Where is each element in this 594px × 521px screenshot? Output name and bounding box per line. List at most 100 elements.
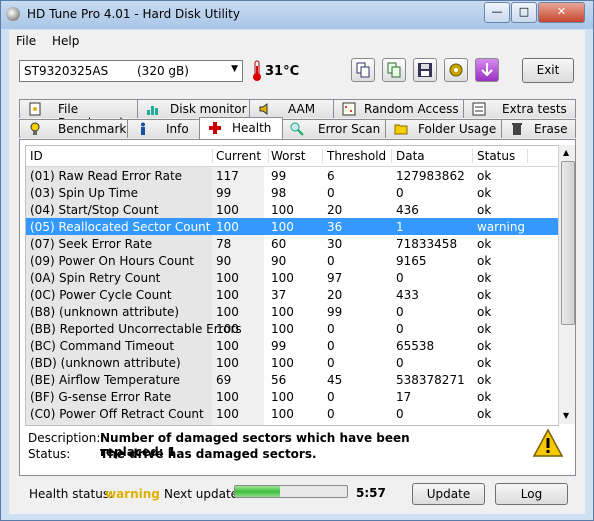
cell-worst: 99 [271,169,287,183]
next-update-label: Next update: [164,487,243,501]
cell-threshold: 0 [327,254,335,268]
app-icon [6,7,20,21]
cell-worst: 100 [271,220,294,234]
cell-threshold: 20 [327,288,343,302]
column-header-worst[interactable]: Worst [271,149,323,163]
table-row[interactable]: (09) Power On Hours Count 90 90 0 9165 ok [26,252,558,269]
table-row[interactable]: (BC) Command Timeout 100 99 0 65538 ok [26,337,558,354]
cell-id: (BF) G-sense Error Rate [30,390,172,404]
scrollbar-thumb[interactable] [561,161,575,325]
cell-worst: 37 [271,288,287,302]
cell-data: 0 [396,322,404,336]
menu-help[interactable]: Help [52,34,79,48]
tab-disk-monitor[interactable]: Disk monitor [137,99,251,118]
tab-label: AAM [288,102,316,116]
window-title: HD Tune Pro 4.01 - Hard Disk Utility [27,7,240,21]
table-row[interactable]: (BD) (unknown attribute) 100 100 0 0 ok [26,354,558,371]
cell-data: 0 [396,271,404,285]
tab-info[interactable]: Info [127,119,201,138]
table-row[interactable]: (0C) Power Cycle Count 100 37 20 433 ok [26,286,558,303]
title-bar[interactable]: HD Tune Pro 4.01 - Hard Disk Utility — □… [1,1,593,29]
cell-data: 65538 [396,339,435,353]
cell-id: (C0) Power Off Retract Count [30,407,204,421]
smart-table: ID Current Worst Threshold Data Status (… [25,145,559,426]
copy-info-button[interactable] [351,58,375,82]
cell-current: 100 [216,305,239,319]
tab-erase[interactable]: Erase [501,119,576,138]
drive-select[interactable]: ST9320325AS (320 gB) ▼ [19,60,243,82]
cell-status: ok [477,254,492,268]
cell-data: 436 [396,203,419,217]
tab-extra-tests[interactable]: Extra tests [463,99,576,118]
cell-current: 69 [216,373,232,387]
cell-status: ok [477,390,492,404]
cell-threshold: 6 [327,169,335,183]
vertical-scrollbar[interactable]: ▲ ▼ [558,145,575,424]
column-header-id[interactable]: ID [30,149,213,163]
cell-worst: 100 [271,271,294,285]
options-button[interactable] [444,58,468,82]
cell-current: 100 [216,220,239,234]
tab-label: Random Access [364,102,459,116]
temperature-readout: 31°C [265,64,300,79]
table-row[interactable]: (03) Spin Up Time 99 98 0 0 ok [26,184,558,201]
tab-label: Disk monitor [170,102,247,116]
cell-worst: 60 [271,237,287,251]
cell-worst: 100 [271,203,294,217]
cell-threshold: 0 [327,322,335,336]
tab-random-access[interactable]: Random Access [333,99,465,118]
scroll-down-icon[interactable]: ▼ [563,411,569,420]
tab-label: Folder Usage [418,122,497,136]
file-benchmark-icon [29,102,41,116]
table-row[interactable]: (C0) Power Off Retract Count 100 100 0 0 ok [26,405,558,422]
cell-data: 17 [396,390,412,404]
table-row[interactable]: (05) Reallocated Sector Count 100 100 36 1 wa… [26,218,558,235]
table-row[interactable]: (07) Seek Error Rate 78 60 30 71833458 ok [26,235,558,252]
column-header-current[interactable]: Current [216,149,269,163]
copy-all-icon [387,62,401,78]
update-button[interactable]: Update [412,483,485,505]
cell-data: 433 [396,288,419,302]
cell-current: 78 [216,237,232,251]
cell-worst: 100 [271,390,294,404]
cell-worst: 90 [271,254,287,268]
log-button[interactable]: Log [495,483,568,505]
table-row[interactable]: (BE) Airflow Temperature 69 56 45 538378271 o… [26,371,558,388]
column-header-status[interactable]: Status [477,149,528,163]
column-header-threshold[interactable]: Threshold [327,149,392,163]
drive-model: ST9320325AS [24,64,109,78]
maximize-button[interactable]: □ [511,2,537,23]
cell-threshold: 30 [327,237,343,251]
cell-data: 538378271 [396,373,465,387]
copy-icon [356,62,370,78]
cell-worst: 99 [271,339,287,353]
cell-current: 99 [216,186,232,200]
scroll-up-icon[interactable]: ▲ [563,148,569,157]
extra-tests-icon [472,102,486,116]
table-row[interactable]: (BB) Reported Uncorrectable Errors 100 100… [26,320,558,337]
table-row[interactable]: (B8) (unknown attribute) 100 100 99 0 ok [26,303,558,320]
tab-aam[interactable]: AAM [249,99,335,118]
close-button[interactable]: ✕ [538,2,585,23]
copy-all-button[interactable] [382,58,406,82]
exit-button[interactable]: Exit [522,58,574,83]
tab-file-benchmark[interactable]: File Benchmark [19,99,139,130]
countdown-text: 5:57 [356,486,386,500]
tab-benchmark[interactable]: Benchmark [19,119,129,138]
table-row[interactable]: (04) Start/Stop Count 100 100 20 436 ok [26,201,558,218]
tab-health[interactable]: Health [199,117,283,139]
download-button[interactable] [475,58,499,82]
table-row[interactable]: (BF) G-sense Error Rate 100 100 0 17 ok [26,388,558,405]
folder-icon [394,124,408,135]
tab-error-scan[interactable]: Error Scan [281,119,387,138]
menu-file[interactable]: File [16,34,36,48]
table-row[interactable]: (01) Raw Read Error Rate 117 99 6 127983862 o… [26,167,558,184]
cell-data: 127983862 [396,169,465,183]
tab-folder-usage[interactable]: Folder Usage [385,119,503,138]
minimize-button[interactable]: — [484,2,510,23]
cell-data: 0 [396,407,404,421]
cell-threshold: 0 [327,356,335,370]
table-row[interactable]: (0A) Spin Retry Count 100 100 97 0 ok [26,269,558,286]
save-button[interactable] [413,58,437,82]
column-header-data[interactable]: Data [396,149,473,163]
